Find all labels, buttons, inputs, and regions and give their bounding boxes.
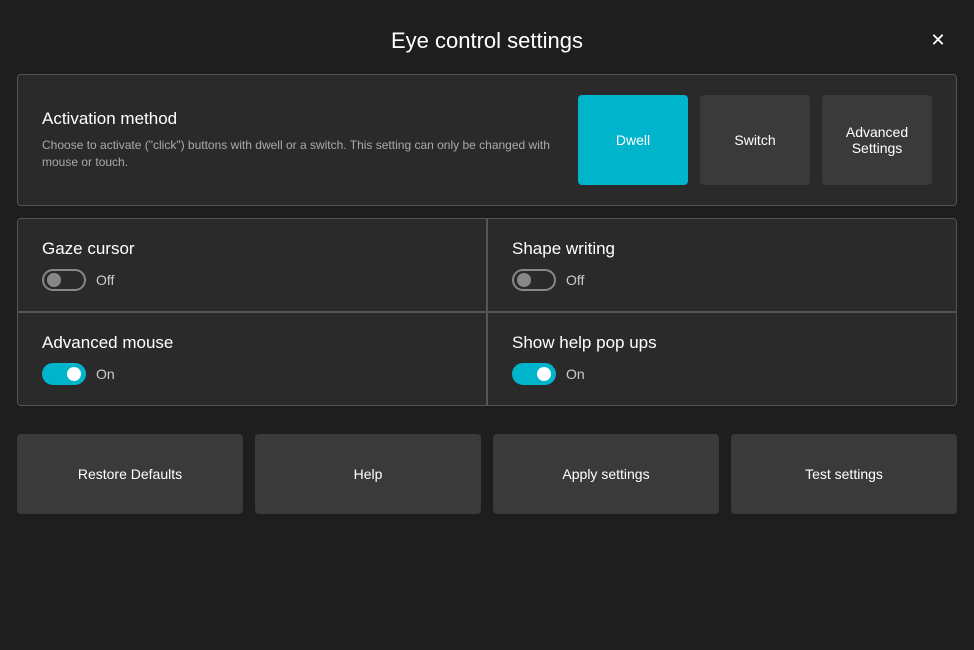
gaze-cursor-label: Gaze cursor [42, 239, 462, 259]
activation-title: Activation method [42, 109, 558, 129]
shape-writing-cell: Shape writing Off [487, 219, 956, 312]
activation-button-dwell[interactable]: Dwell [578, 95, 688, 185]
gaze-cursor-toggle[interactable] [42, 269, 86, 291]
shape-writing-track [512, 269, 556, 291]
toggles-grid: Gaze cursor Off Shape writing Off [17, 218, 957, 406]
gaze-cursor-track [42, 269, 86, 291]
advanced-mouse-label: Advanced mouse [42, 333, 462, 353]
restore-defaults-button[interactable]: Restore Defaults [17, 434, 243, 514]
test-settings-button[interactable]: Test settings [731, 434, 957, 514]
gaze-cursor-cell: Gaze cursor Off [18, 219, 487, 312]
activation-buttons: Dwell Switch Advanced Settings [578, 95, 932, 185]
close-button[interactable]: ✕ [922, 24, 954, 56]
gaze-cursor-toggle-row: Off [42, 269, 462, 291]
activation-label: Activation method Choose to activate ("c… [42, 109, 558, 171]
show-help-thumb [537, 367, 551, 381]
shape-writing-thumb [517, 273, 531, 287]
show-help-status: On [566, 366, 585, 382]
show-help-toggle-row: On [512, 363, 932, 385]
show-help-track [512, 363, 556, 385]
advanced-mouse-thumb [67, 367, 81, 381]
advanced-mouse-status: On [96, 366, 115, 382]
apply-settings-button[interactable]: Apply settings [493, 434, 719, 514]
page-title: Eye control settings [391, 28, 583, 54]
title-bar: Eye control settings ✕ [0, 0, 974, 74]
gaze-cursor-status: Off [96, 272, 114, 288]
show-help-toggle[interactable] [512, 363, 556, 385]
activation-section: Activation method Choose to activate ("c… [17, 74, 957, 206]
shape-writing-status: Off [566, 272, 584, 288]
show-help-label: Show help pop ups [512, 333, 932, 353]
advanced-mouse-toggle-row: On [42, 363, 462, 385]
advanced-mouse-track [42, 363, 86, 385]
shape-writing-toggle-row: Off [512, 269, 932, 291]
show-help-cell: Show help pop ups On [487, 312, 956, 405]
activation-button-advanced-settings[interactable]: Advanced Settings [822, 95, 932, 185]
shape-writing-toggle[interactable] [512, 269, 556, 291]
activation-button-switch[interactable]: Switch [700, 95, 810, 185]
bottom-buttons: Restore Defaults Help Apply settings Tes… [17, 434, 957, 514]
help-button[interactable]: Help [255, 434, 481, 514]
activation-description: Choose to activate ("click") buttons wit… [42, 137, 558, 171]
advanced-mouse-cell: Advanced mouse On [18, 312, 487, 405]
main-content: Activation method Choose to activate ("c… [17, 74, 957, 514]
advanced-mouse-toggle[interactable] [42, 363, 86, 385]
gaze-cursor-thumb [47, 273, 61, 287]
shape-writing-label: Shape writing [512, 239, 932, 259]
